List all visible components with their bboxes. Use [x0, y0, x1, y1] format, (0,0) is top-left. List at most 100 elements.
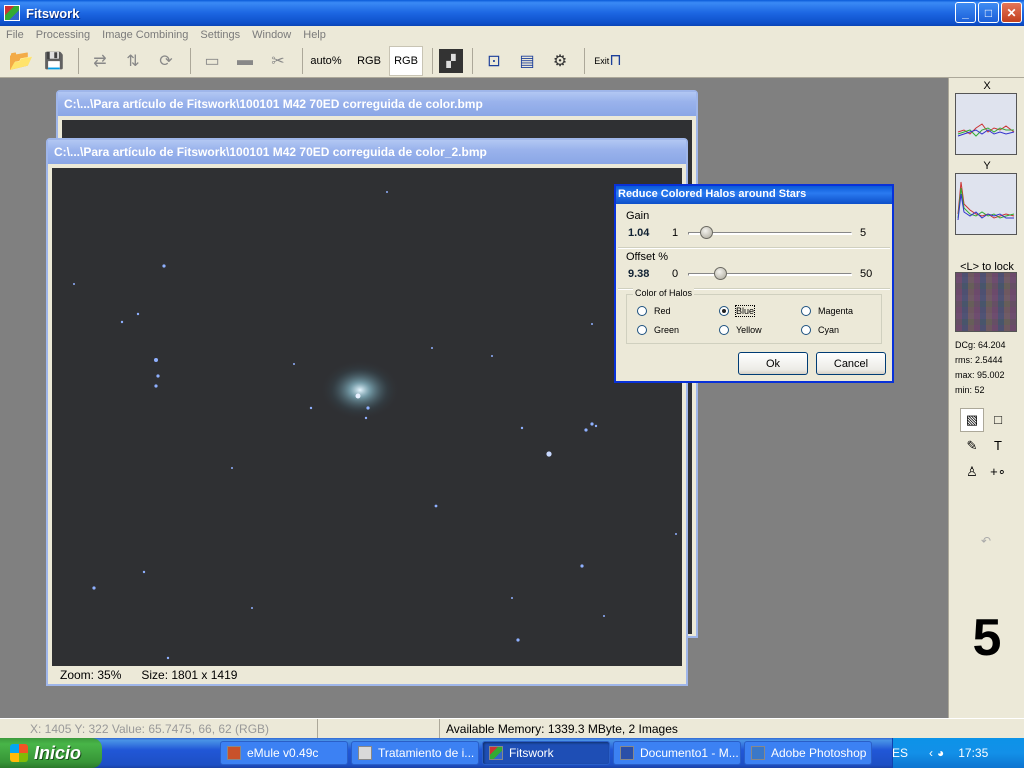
copy-window-icon[interactable]: ▭: [197, 46, 227, 76]
image-view-tool-icon[interactable]: ▧: [960, 407, 984, 432]
radio-cyan[interactable]: Cyan: [801, 325, 839, 335]
paste-window-icon[interactable]: ▬: [230, 46, 260, 76]
image-tools-icon[interactable]: ⚙: [545, 46, 575, 76]
star-field-image[interactable]: [52, 168, 682, 666]
crop-icon[interactable]: ✂: [263, 46, 293, 76]
rgb-linked-button[interactable]: RGB: [389, 45, 423, 76]
task-tratamiento[interactable]: Tratamiento de i...: [351, 741, 479, 765]
offset-min-label: 0: [672, 268, 679, 280]
menu-help[interactable]: Help: [297, 29, 332, 41]
photoshop-icon: [751, 746, 765, 760]
workspace: C:\...\Para artículo de Fitswork\100101 …: [0, 78, 948, 718]
gain-value: 1.04: [628, 227, 650, 239]
minimize-button[interactable]: _: [955, 2, 976, 23]
y-profile-svg: [957, 181, 1015, 221]
text-tool-icon[interactable]: T: [986, 434, 1010, 458]
image-window-2-title[interactable]: C:\...\Para artículo de Fitswork\100101 …: [48, 140, 686, 164]
app-title-bar: Fitswork _ □ ✕: [0, 0, 1024, 26]
menu-window[interactable]: Window: [246, 29, 297, 41]
radio-yellow-label: Yellow: [736, 325, 762, 335]
app-title: Fitswork: [26, 5, 80, 21]
y-profile-graph: [955, 173, 1017, 235]
close-button[interactable]: ✕: [1001, 2, 1022, 23]
task-photoshop[interactable]: Adobe Photoshop: [744, 741, 872, 765]
eyedropper-tool-icon[interactable]: ✎: [960, 434, 984, 458]
radio-red-label: Red: [654, 306, 671, 316]
cursor-readout: X: 1405 Y: 322 Value: 65.7475, 66, 62 (R…: [0, 719, 318, 738]
tray-expand-icon[interactable]: ‹: [929, 746, 933, 760]
offset-max-label: 50: [860, 268, 873, 280]
radio-magenta-dot[interactable]: [801, 306, 811, 316]
image-window-1-title[interactable]: C:\...\Para artículo de Fitswork\100101 …: [58, 92, 696, 116]
flip-vertical-icon[interactable]: ⇅: [118, 46, 148, 76]
toolbar-separator: [472, 47, 473, 74]
maximize-button[interactable]: □: [978, 2, 999, 23]
menu-file[interactable]: File: [0, 29, 30, 41]
menu-processing[interactable]: Processing: [30, 29, 96, 41]
radio-cyan-dot[interactable]: [801, 325, 811, 335]
document-icon: [358, 746, 372, 760]
radio-yellow[interactable]: Yellow: [719, 325, 762, 335]
menu-image-combining[interactable]: Image Combining: [96, 29, 194, 41]
ok-button[interactable]: Ok: [738, 352, 808, 375]
rotate-icon[interactable]: ⟳: [151, 46, 181, 76]
task-photoshop-label: Adobe Photoshop: [771, 746, 867, 760]
gain-max-label: 5: [860, 227, 867, 239]
task-tratamiento-label: Tratamiento de i...: [378, 746, 475, 760]
save-icon[interactable]: 💾: [39, 46, 69, 76]
min-readout: min: 52: [955, 385, 985, 395]
exit-button[interactable]: Exit ⊓: [591, 46, 625, 76]
dialog-separator: [618, 247, 890, 249]
radio-blue-dot[interactable]: [719, 306, 729, 316]
radio-green-dot[interactable]: [637, 325, 647, 335]
toolbar-separator: [432, 47, 433, 74]
word-icon: [620, 746, 634, 760]
task-emule[interactable]: eMule v0.49c: [220, 741, 348, 765]
menu-settings[interactable]: Settings: [194, 29, 246, 41]
add-point-tool-icon[interactable]: +∘: [986, 460, 1010, 484]
task-documento1[interactable]: Documento1 - M...: [613, 741, 741, 765]
windows-logo-icon: [10, 744, 28, 762]
toolbar-separator: [302, 47, 303, 74]
start-button[interactable]: Inicio: [0, 738, 102, 768]
radio-blue[interactable]: Blue: [719, 305, 756, 317]
histogram-icon[interactable]: ▞: [439, 48, 463, 73]
radio-cyan-label: Cyan: [818, 325, 840, 335]
rectangle-select-tool-icon[interactable]: □: [986, 407, 1010, 431]
status-bar: X: 1405 Y: 322 Value: 65.7475, 66, 62 (R…: [0, 718, 1024, 738]
cancel-button[interactable]: Cancel: [816, 352, 886, 375]
dialog-title[interactable]: Reduce Colored Halos around Stars: [616, 186, 892, 204]
undo-icon[interactable]: ↶: [981, 534, 991, 548]
stamp-tool-icon[interactable]: ♙: [960, 460, 984, 484]
graph-window-icon[interactable]: ⊡: [479, 46, 509, 76]
offset-slider-thumb[interactable]: [714, 267, 727, 280]
exit-label: Exit: [594, 55, 610, 66]
offset-slider-track[interactable]: [688, 273, 852, 276]
language-indicator[interactable]: ES: [892, 746, 908, 760]
gain-slider-thumb[interactable]: [700, 226, 713, 239]
radio-yellow-dot[interactable]: [719, 325, 729, 335]
image-size-readout: Size: 1801 x 1419: [141, 668, 238, 682]
flip-horizontal-icon[interactable]: ⇄: [85, 46, 115, 76]
image-window-2[interactable]: C:\...\Para artículo de Fitswork\100101 …: [46, 138, 688, 686]
rgb-button[interactable]: RGB: [352, 46, 386, 76]
radio-green-label: Green: [654, 325, 680, 335]
tray-panda-icon[interactable]: ◕: [937, 746, 944, 760]
task-fitswork[interactable]: Fitswork: [482, 741, 610, 765]
taskbar: Inicio eMule v0.49c Tratamiento de i... …: [0, 738, 1024, 768]
orion-nebula: [320, 360, 400, 420]
percent-label: %: [331, 54, 342, 67]
task-fitswork-label: Fitswork: [509, 746, 554, 760]
status-empty-panel: [318, 719, 440, 738]
y-profile-label: Y: [983, 160, 991, 172]
toolbar: 📂 💾 ⇄ ⇅ ⟳ ▭ ▬ ✂ auto % RGB RGB ▞ ⊡ ▤ ⚙ E…: [0, 44, 1024, 78]
radio-red[interactable]: Red: [637, 306, 671, 316]
window-controls: _ □ ✕: [955, 2, 1022, 23]
open-folder-icon[interactable]: 📂: [6, 46, 36, 76]
fitswork-app-icon: [4, 5, 20, 21]
curves-window-icon[interactable]: ▤: [512, 46, 542, 76]
auto-stretch-button[interactable]: auto %: [309, 46, 343, 76]
radio-red-dot[interactable]: [637, 306, 647, 316]
radio-magenta[interactable]: Magenta: [801, 306, 853, 316]
radio-green[interactable]: Green: [637, 325, 679, 335]
